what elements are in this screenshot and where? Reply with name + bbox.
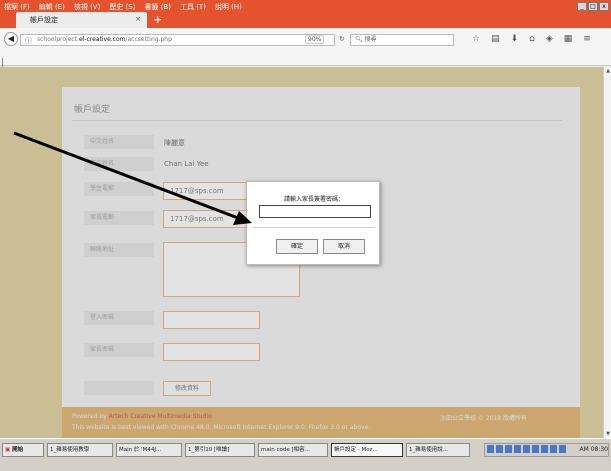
tray-icon-6[interactable] bbox=[532, 445, 539, 453]
taskbar-clock: AM 08:30 bbox=[579, 446, 608, 453]
arrow-shaft bbox=[13, 131, 239, 220]
tray-icon-4[interactable] bbox=[514, 445, 521, 453]
taskbar-item-1[interactable]: 1_雜易使用教學 bbox=[47, 443, 113, 457]
taskbar-item-6[interactable]: 1_雜易使用說... bbox=[406, 443, 470, 457]
start-button[interactable]: ▣ 開始 bbox=[2, 443, 44, 457]
tray-icon-5[interactable] bbox=[523, 445, 530, 453]
taskbar-item-4[interactable]: main code [相容... bbox=[258, 443, 328, 457]
taskbar-item-3[interactable]: 1_第引10 [唯讀] bbox=[185, 443, 255, 457]
tray-icon-1[interactable] bbox=[487, 445, 494, 453]
tray-icon-3[interactable] bbox=[505, 445, 512, 453]
tray-icon-8[interactable] bbox=[550, 445, 557, 453]
scroll-up-icon[interactable]: ▲ bbox=[604, 68, 611, 74]
tray-icon-2[interactable] bbox=[496, 445, 503, 453]
annotation-arrow bbox=[13, 131, 252, 225]
start-label: 開始 bbox=[12, 447, 24, 453]
taskbar-item-2[interactable]: Main 於 'M44J... bbox=[116, 443, 182, 457]
taskbar-item-5[interactable]: 帳戶設定 - Moz... bbox=[331, 443, 403, 457]
tray-icon-7[interactable] bbox=[541, 445, 548, 453]
page-scrollbar[interactable]: ▲ ▼ bbox=[603, 67, 611, 438]
scroll-down-icon[interactable]: ▼ bbox=[604, 431, 611, 437]
windows-logo-icon: ▣ bbox=[5, 447, 11, 453]
tray-icon-9[interactable] bbox=[559, 445, 566, 453]
windows-taskbar: ▣ 開始 1_雜易使用教學 Main 於 'M44J... 1_第引10 [唯讀… bbox=[0, 438, 611, 471]
